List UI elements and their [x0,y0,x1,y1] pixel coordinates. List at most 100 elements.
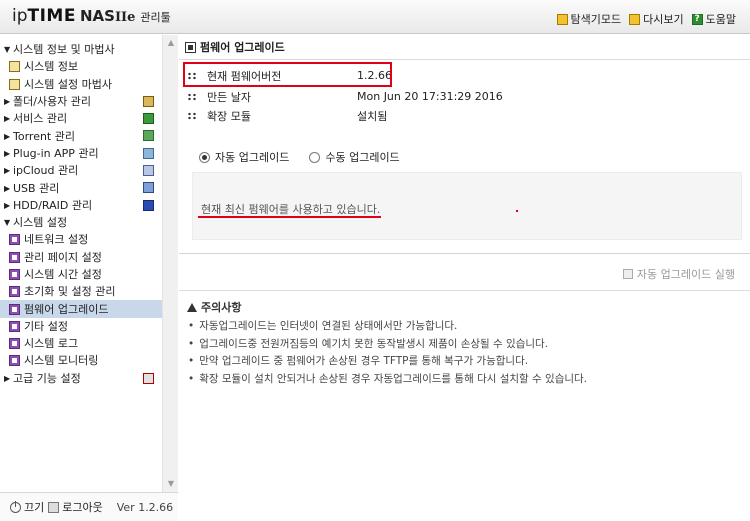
sidebar-item-ipcloud[interactable]: ▶ ipCloud 관리 [0,162,162,179]
sidebar-item-system-info[interactable]: 시스템 정보 [0,58,162,75]
sidebar-item-label: 시스템 설정 마법사 [24,77,112,91]
collapsed-arrow-icon: ▶ [4,373,11,383]
sidebar-scrollbar[interactable]: ▲ ▼ [162,35,178,492]
usb-icon [143,182,154,194]
sidebar-item-advanced[interactable]: ▶ 고급 기능 설정 [0,370,162,387]
info-label: 만든 날자 [207,90,251,104]
auto-upgrade-run-label: 자동 업그레이드 실행 [636,268,735,281]
red-mark [516,210,518,212]
help-link[interactable]: ? 도움말 [691,11,736,27]
sidebar-item-label: HDD/RAID 관리 [13,198,93,212]
advanced-icon [143,372,154,384]
info-value: 설치됨 [357,109,388,123]
sidebar-item-label: 서비스 관리 [13,112,68,126]
info-row-build-date: 만든 날자 Mon Jun 20 17:31:29 2016 [187,88,503,105]
collapsed-arrow-icon: ▶ [4,148,11,158]
notice-item: 업그레이드중 전원꺼짐등의 예기치 못한 동작발생시 제품이 손상될 수 있습니… [187,336,742,354]
main-panel: 펌웨어 업그레이드 현재 펌웨어버전 1.2.66 만든 날자 Mon Jun … [179,35,750,521]
setting-icon [9,320,20,332]
sidebar-item-label: 시스템 정보 [24,60,79,74]
section-divider [179,290,750,291]
bullet-icon [187,111,197,120]
setting-icon [9,251,20,263]
collapsed-arrow-icon: ▶ [4,183,11,193]
info-row-extension-module: 확장 모듈 설치됨 [187,107,387,124]
sidebar-item-label: 초기화 및 설정 관리 [24,285,116,299]
sidebar-item-usb[interactable]: ▶ USB 관리 [0,179,162,196]
power-icon [10,500,21,513]
sidebar-item-system-settings[interactable]: ▼ 시스템 설정 [0,214,162,231]
sidebar: ▼ 시스템 정보 및 마법사 시스템 정보 시스템 설정 마법사 ▶ 폴더/사용… [0,35,178,521]
warning-icon [187,302,197,312]
sidebar-item-firmware-upgrade[interactable]: 펌웨어 업그레이드 [0,300,162,318]
sidebar-item-torrent[interactable]: ▶ Torrent 관리 [0,127,162,144]
logout-button[interactable]: 로그아웃 [48,499,103,515]
logo-ip: ip [12,6,28,26]
auto-upgrade-radio[interactable]: 자동 업그레이드 [199,149,289,165]
sidebar-item-system-monitoring[interactable]: 시스템 모니터링 [0,352,162,369]
hdd-icon [143,199,154,211]
sidebar-item-admin-page[interactable]: 관리 페이지 설정 [0,249,162,266]
run-icon [622,269,633,279]
scroll-up-icon[interactable]: ▲ [163,35,179,51]
sidebar-item-label: 시스템 시간 설정 [24,268,102,281]
folder-user-icon [143,95,154,107]
logout-icon [48,501,60,513]
manual-upgrade-radio[interactable]: 수동 업그레이드 [309,149,400,165]
notice-item: 만약 업그레이드 중 펌웨어가 손상된 경우 TFTP를 통해 복구가 가능합니… [187,353,742,371]
sidebar-item-folder-user[interactable]: ▶ 폴더/사용자 관리 [0,93,162,110]
collapsed-arrow-icon: ▶ [4,166,11,176]
sidebar-item-label: ipCloud 관리 [13,164,79,178]
sidebar-item-label: 펌웨어 업그레이드 [24,302,109,316]
collapsed-arrow-icon: ▶ [4,114,11,124]
sidebar-item-label: 고급 기능 설정 [13,371,81,385]
notice-section: 주의사항 자동업그레이드는 인터넷이 연결된 상태에서만 가능합니다. 업그레이… [187,299,742,388]
explorer-mode-label: 탐색기모드 [570,13,622,26]
sidebar-item-label: Plug-in APP 관리 [13,146,99,160]
sidebar-item-label: 시스템 설정 [13,216,68,230]
section-divider [179,253,750,254]
bullet-icon [187,92,197,101]
sidebar-item-reset-config[interactable]: 초기화 및 설정 관리 [0,283,162,300]
sidebar-item-system-log[interactable]: 시스템 로그 [0,335,162,352]
setting-icon [9,286,20,298]
sidebar-item-label: Torrent 관리 [13,129,75,143]
sidebar-item-label: 폴더/사용자 관리 [13,95,92,109]
sidebar-item-label: 시스템 로그 [24,337,79,351]
sidebar-item-system-time[interactable]: 시스템 시간 설정 [0,266,162,283]
sidebar-item-label: 관리 페이지 설정 [24,250,102,264]
sidebar-item-system-info-wizard[interactable]: ▼ 시스템 정보 및 마법사 [0,41,162,58]
sidebar-item-label: USB 관리 [13,181,60,195]
scroll-down-icon[interactable]: ▼ [163,476,179,492]
expanded-arrow-icon: ▼ [4,218,11,228]
radio-unselected-icon [309,151,321,163]
auto-upgrade-label: 자동 업그레이드 [215,151,290,164]
auto-upgrade-run-button[interactable]: 자동 업그레이드 실행 [622,266,735,282]
upgrade-mode-selector: 자동 업그레이드 수동 업그레이드 [179,143,750,171]
refresh-link[interactable]: 다시보기 [629,11,684,27]
explorer-mode-link[interactable]: 탐색기모드 [556,11,622,27]
explorer-icon [556,13,568,25]
collapsed-arrow-icon: ▶ [4,97,11,107]
notice-header: 주의사항 [187,299,742,315]
sidebar-item-other-settings[interactable]: 기타 설정 [0,318,162,335]
title-divider [179,59,750,60]
sidebar-item-label: 시스템 모니터링 [24,354,99,368]
sidebar-item-network[interactable]: 네트워크 설정 [0,231,162,248]
setting-icon [9,355,20,367]
power-off-button[interactable]: 끄기 [10,499,44,515]
info-label: 확장 모듈 [207,109,251,123]
info-value: Mon Jun 20 17:31:29 2016 [357,90,503,103]
expanded-arrow-icon: ▼ [4,45,11,55]
collapsed-arrow-icon: ▶ [4,200,11,210]
notice-title: 주의사항 [201,301,242,314]
sidebar-item-label: 시스템 정보 및 마법사 [13,43,115,57]
top-links: 탐색기모드 다시보기 ? 도움말 [556,11,736,27]
help-icon: ? [691,13,703,25]
logo-time: TIME [27,6,76,26]
sidebar-menu: ▼ 시스템 정보 및 마법사 시스템 정보 시스템 설정 마법사 ▶ 폴더/사용… [0,41,162,387]
sidebar-item-hdd-raid[interactable]: ▶ HDD/RAID 관리 [0,197,162,214]
sidebar-item-service[interactable]: ▶ 서비스 관리 [0,110,162,127]
sidebar-item-plugin-app[interactable]: ▶ Plug-in APP 관리 [0,145,162,162]
sidebar-item-setup-wizard[interactable]: 시스템 설정 마법사 [0,76,162,93]
